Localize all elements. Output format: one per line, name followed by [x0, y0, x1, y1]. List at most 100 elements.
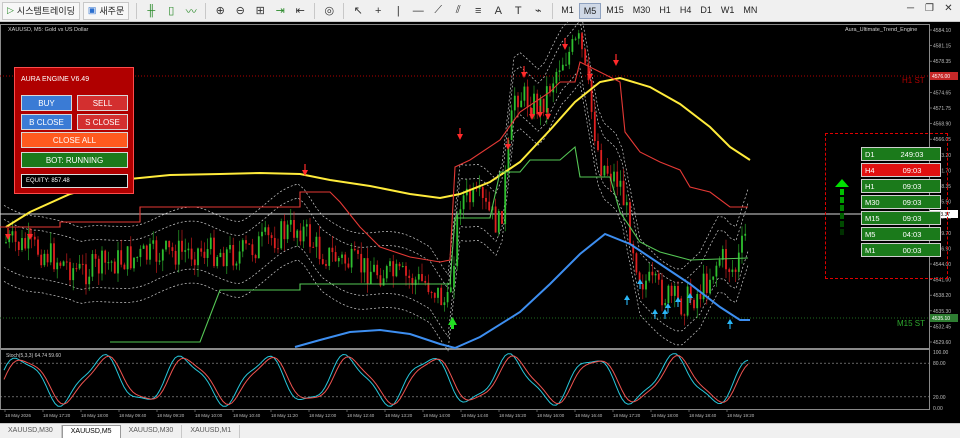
candle-body: [107, 262, 110, 264]
candle-body: [424, 280, 427, 283]
candle-body: [315, 236, 318, 247]
candle-body: [542, 98, 545, 113]
zoom-in-icon[interactable]: ⊕: [213, 3, 228, 18]
candle-body: [11, 231, 14, 236]
candle-body: [21, 238, 23, 251]
candle-body: [494, 206, 497, 233]
tf-row-m15: M15 09:03: [861, 211, 941, 225]
candle-body: [75, 268, 78, 270]
bot-status-button[interactable]: BOT: RUNNING: [21, 152, 128, 168]
zoom-out-icon[interactable]: ⊖: [233, 3, 248, 18]
sell-signal-arrow-icon: [545, 114, 551, 120]
chart-tab[interactable]: XAUUSD,M1: [182, 425, 241, 438]
candle-body: [446, 291, 449, 303]
tf-row-label: M5: [865, 229, 876, 239]
restore-icon[interactable]: ❐: [922, 3, 937, 18]
timeframe-m5[interactable]: M5: [578, 2, 602, 19]
timeframe-trend-panel: D1 249:03 H4 09:03 H1 09:03 M30 09:03 M15 09:03 M5…: [825, 133, 948, 279]
close-all-button[interactable]: CLOSE ALL: [21, 132, 128, 148]
timeframe-mn[interactable]: MN: [739, 3, 761, 19]
horizontal-line-icon[interactable]: —: [411, 3, 426, 18]
buy-signal-arrow-icon: [624, 295, 630, 300]
candle-body: [481, 187, 484, 198]
trendline-icon[interactable]: ⟋: [431, 3, 446, 18]
sell-button[interactable]: SELL: [77, 95, 128, 111]
fibonacci-icon[interactable]: ≡: [471, 3, 486, 18]
candle-body: [328, 247, 331, 266]
candle-body: [670, 285, 673, 296]
timeframe-w1[interactable]: W1: [717, 3, 739, 19]
close-icon[interactable]: ✕: [941, 3, 956, 18]
screenshot-icon[interactable]: ◎: [322, 3, 337, 18]
price-axis-label: 4571.75: [933, 106, 951, 112]
tf-row-m30: M30 09:03: [861, 195, 941, 209]
buy-signal-arrow-icon: [662, 309, 668, 314]
new-order-icon: ▣: [87, 5, 97, 15]
buy-signal-arrow-icon: [637, 279, 643, 284]
candle-body: [558, 70, 561, 72]
stoch-indicator-label: Stoch(5,3,3) 64.74 59.60: [6, 353, 61, 359]
candle-body: [405, 266, 407, 276]
buy-close-button[interactable]: B CLOSE: [21, 114, 72, 130]
chart-tab[interactable]: XAUUSD,M5: [61, 425, 121, 438]
shapes-icon[interactable]: ⌁: [531, 3, 546, 18]
vertical-line-icon[interactable]: |: [391, 3, 406, 18]
candle-body: [421, 274, 423, 281]
crosshair-icon[interactable]: +: [371, 3, 386, 18]
timeframe-h1[interactable]: H1: [655, 3, 675, 19]
candle-body: [46, 253, 49, 263]
candle-body: [209, 237, 212, 250]
candle-body: [158, 260, 161, 262]
timeframe-m1[interactable]: M1: [557, 3, 578, 19]
system-trading-button[interactable]: ▷ 시스템트레이딩: [2, 1, 80, 20]
candle-body: [149, 243, 151, 260]
candle-body: [680, 298, 683, 315]
tf-row-time: 00:03: [902, 245, 922, 255]
channel-icon[interactable]: ⫽: [451, 3, 466, 18]
candle-body: [78, 263, 81, 269]
cursor-icon[interactable]: ↖: [351, 3, 366, 18]
candle-body: [712, 276, 715, 280]
candle-body: [216, 257, 219, 267]
candle-body: [721, 249, 724, 260]
label-tool-icon[interactable]: T: [511, 3, 526, 18]
line-chart-icon[interactable]: 〰: [184, 3, 199, 18]
candle-body: [574, 38, 577, 40]
timeframe-h4[interactable]: H4: [676, 3, 696, 19]
sell-close-button[interactable]: S CLOSE: [77, 114, 128, 130]
candle-body: [293, 219, 295, 238]
new-order-button[interactable]: ▣ 새주문: [82, 1, 130, 20]
time-axis-label: 18 May 17:20: [43, 413, 71, 418]
candle-body: [171, 247, 174, 251]
timeframe-m15[interactable]: M15: [602, 3, 628, 19]
candle-body: [24, 238, 27, 249]
candle-body: [296, 230, 299, 238]
candle-chart-icon[interactable]: ▯: [164, 3, 179, 18]
timeframe-d1[interactable]: D1: [696, 3, 716, 19]
chart-symbol-header: XAUUSD, M5: Gold vs US Dollar: [8, 27, 89, 33]
text-tool-icon[interactable]: A: [491, 3, 506, 18]
candle-body: [40, 254, 43, 266]
buy-button[interactable]: BUY: [21, 95, 72, 111]
candle-body: [152, 240, 155, 244]
candle-body: [709, 279, 711, 294]
candle-body: [49, 243, 52, 263]
candle-body: [373, 264, 375, 272]
candle-body: [331, 247, 334, 253]
price-chart[interactable]: 4584.104581.154578.354575.754574.654571.…: [0, 5, 960, 422]
candle-body: [65, 261, 68, 263]
chart-area[interactable]: 4584.104581.154578.354575.754574.654571.…: [0, 5, 960, 422]
candle-body: [561, 64, 564, 71]
bar-chart-icon[interactable]: ╫: [144, 3, 159, 18]
candle-body: [440, 287, 443, 306]
chart-tab[interactable]: XAUUSD,M30: [0, 425, 62, 438]
time-axis-label: 18 May 18:00: [651, 413, 679, 418]
minimize-icon[interactable]: ─: [903, 3, 918, 18]
tile-windows-icon[interactable]: ⊞: [253, 3, 268, 18]
h1-st-label: H1 ST: [902, 76, 925, 85]
price-axis-label: 4578.35: [933, 59, 951, 65]
chart-shift-icon[interactable]: ⇤: [293, 3, 308, 18]
timeframe-m30[interactable]: M30: [629, 3, 655, 19]
autoscroll-icon[interactable]: ⇥: [273, 3, 288, 18]
chart-tab[interactable]: XAUUSD,M30: [121, 425, 183, 438]
